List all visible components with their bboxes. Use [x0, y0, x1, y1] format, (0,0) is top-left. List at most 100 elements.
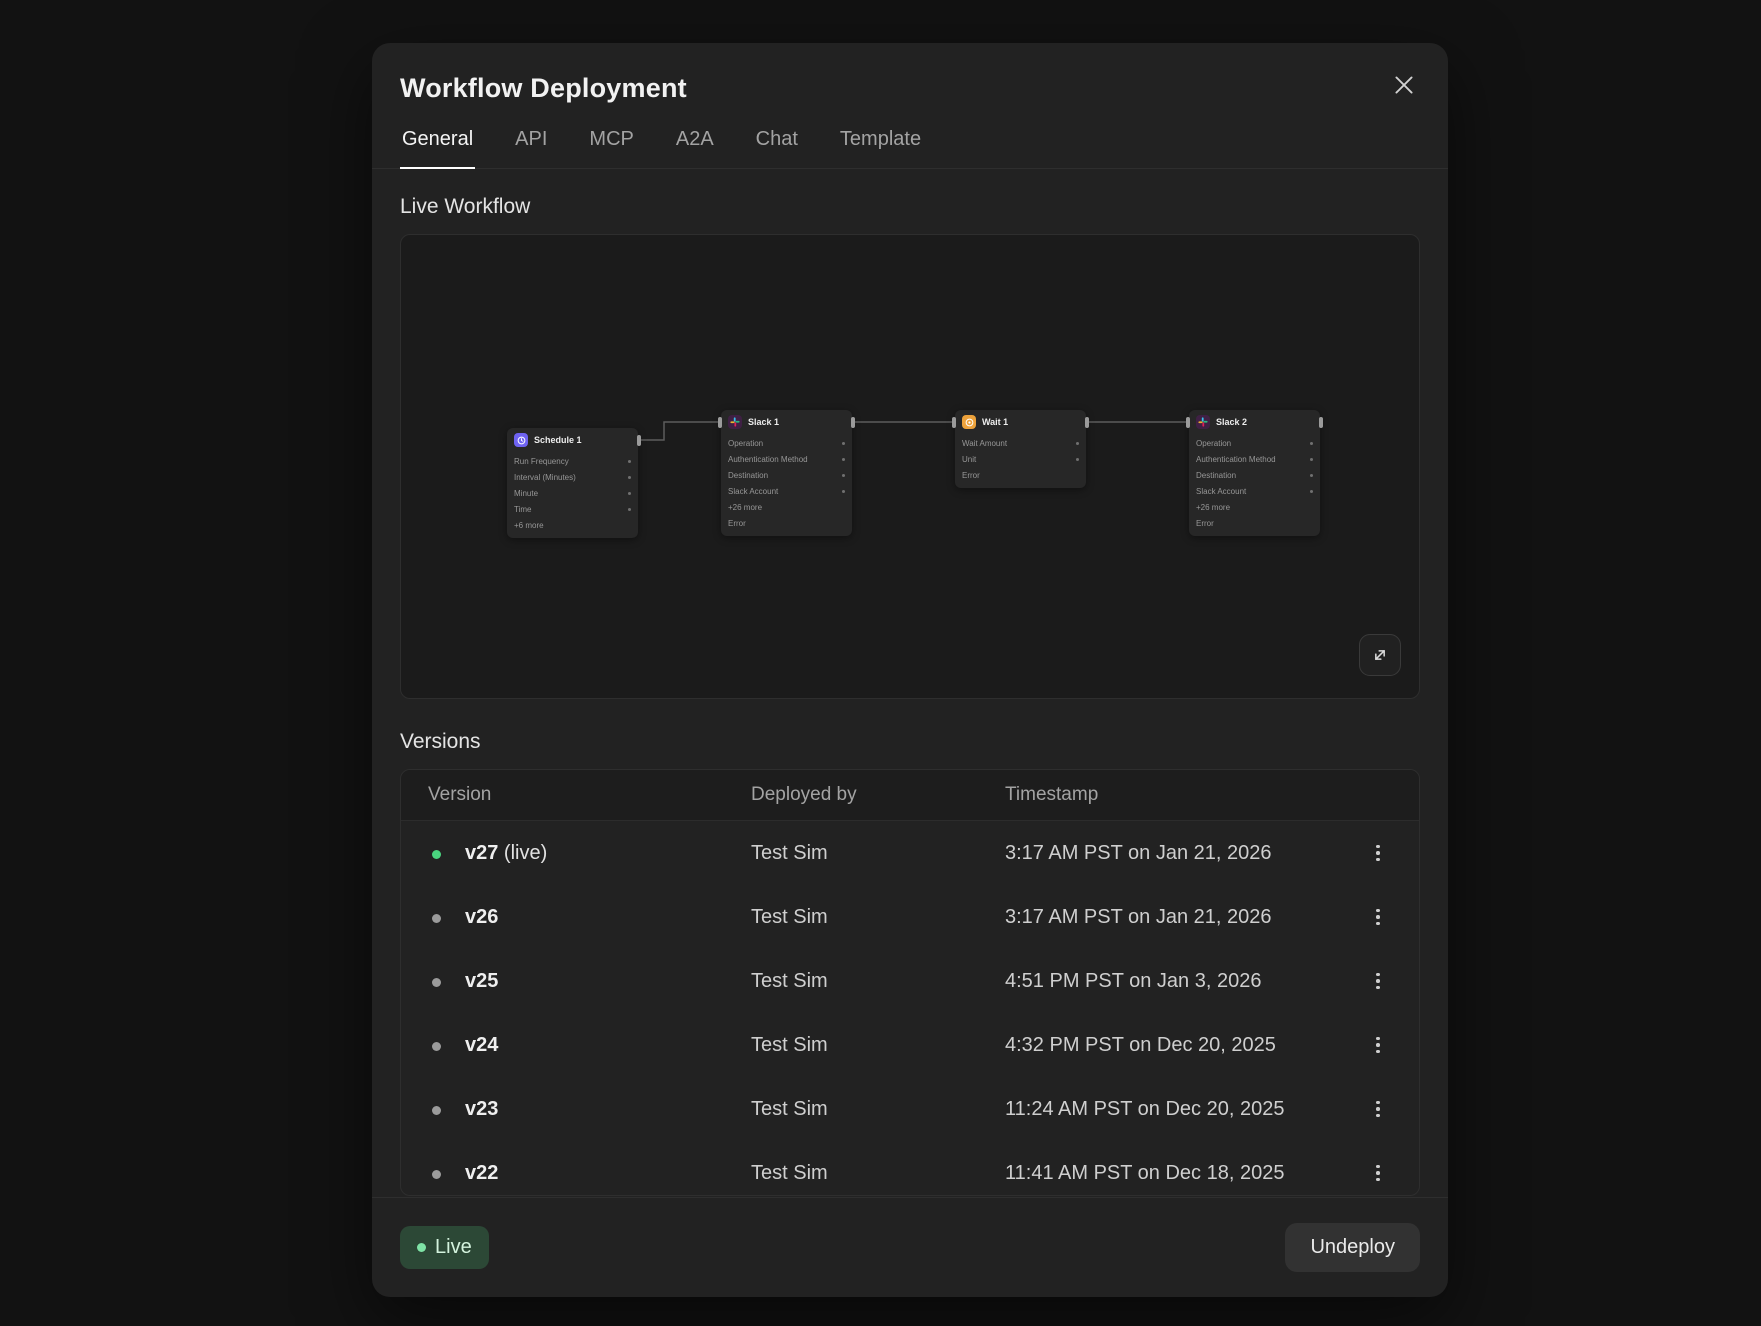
modal-header: Workflow Deployment: [372, 43, 1448, 104]
workflow-preview: Schedule 1 Run FrequencyInterval (Minutes…: [400, 234, 1420, 699]
slack-icon: [728, 415, 742, 429]
row-menu-button[interactable]: [1361, 900, 1395, 934]
modal-footer: Live Undeploy: [372, 1197, 1448, 1297]
version-row-v24[interactable]: v24Test Sim4:32 PM PST on Dec 20, 2025: [401, 1013, 1419, 1077]
field-port: [842, 458, 845, 461]
node-field: Authentication Method: [721, 451, 852, 467]
field-port: [842, 474, 845, 477]
modal-content: Live Workflow Schedule 1 Run FrequencyInt…: [372, 195, 1448, 1196]
field-port: [1310, 442, 1313, 445]
field-port: [842, 490, 845, 493]
node-field: Run Frequency: [507, 453, 638, 469]
node-field: Slack Account: [1189, 483, 1320, 499]
field-port: [1076, 442, 1079, 445]
tab-general[interactable]: General: [400, 122, 475, 169]
version-row-v23[interactable]: v23Test Sim11:24 AM PST on Dec 20, 2025: [401, 1077, 1419, 1141]
node-field: Time: [507, 501, 638, 517]
version-status-dot: [432, 850, 441, 859]
row-menu-button[interactable]: [1361, 964, 1395, 998]
live-workflow-heading: Live Workflow: [400, 195, 1420, 219]
node-field: Operation: [1189, 435, 1320, 451]
workflow-deployment-modal: Workflow Deployment General API MCP A2A Chat…: [372, 43, 1448, 1297]
tab-template[interactable]: Template: [838, 122, 923, 168]
node-field: Destination: [1189, 467, 1320, 483]
node-field: +26 more: [1189, 499, 1320, 515]
deployed-by: Test Sim: [751, 970, 1005, 993]
version-status-dot: [432, 1106, 441, 1115]
timestamp: 4:32 PM PST on Dec 20, 2025: [1005, 1034, 1347, 1057]
workflow-node-schedule-1: Schedule 1 Run FrequencyInterval (Minutes…: [507, 428, 638, 538]
connection-handle-left: [718, 417, 722, 428]
node-field: +26 more: [721, 499, 852, 515]
table-body: v27 (live)Test Sim3:17 AM PST on Jan 21,…: [401, 821, 1419, 1196]
timestamp: 11:41 AM PST on Dec 18, 2025: [1005, 1162, 1347, 1185]
schedule-clock-icon: [514, 433, 528, 447]
node-field: Minute: [507, 485, 638, 501]
node-field: +6 more: [507, 517, 638, 533]
undeploy-button[interactable]: Undeploy: [1285, 1223, 1420, 1272]
connection-handle-left: [952, 417, 956, 428]
column-header-timestamp: Timestamp: [1005, 784, 1347, 806]
row-menu-button[interactable]: [1361, 836, 1395, 870]
version-row-v25[interactable]: v25Test Sim4:51 PM PST on Jan 3, 2026: [401, 949, 1419, 1013]
node-title: Slack 2: [1216, 417, 1247, 427]
timestamp: 3:17 AM PST on Jan 21, 2026: [1005, 842, 1347, 865]
node-field: Destination: [721, 467, 852, 483]
version-row-v27[interactable]: v27 (live)Test Sim3:17 AM PST on Jan 21,…: [401, 821, 1419, 885]
workflow-node-slack-1: Slack 1 OperationAuthentication MethodDes…: [721, 410, 852, 536]
field-port: [628, 476, 631, 479]
slack-icon: [1196, 415, 1210, 429]
field-port: [628, 460, 631, 463]
version-label: v23: [465, 1098, 751, 1121]
version-label: v24: [465, 1034, 751, 1057]
version-status-dot: [432, 914, 441, 923]
row-menu-button[interactable]: [1361, 1156, 1395, 1190]
column-header-version: Version: [428, 784, 751, 806]
versions-table: Version Deployed by Timestamp v27 (live)…: [400, 769, 1420, 1196]
workflow-node-slack-2: Slack 2 OperationAuthentication MethodDes…: [1189, 410, 1320, 536]
live-status-badge: Live: [400, 1226, 489, 1269]
field-port: [1310, 474, 1313, 477]
node-field: Error: [721, 515, 852, 531]
deployed-by: Test Sim: [751, 842, 1005, 865]
row-menu-button[interactable]: [1361, 1092, 1395, 1126]
tab-chat[interactable]: Chat: [754, 122, 800, 168]
deployed-by: Test Sim: [751, 1162, 1005, 1185]
connection-handle-right: [1085, 417, 1089, 428]
field-port: [1076, 458, 1079, 461]
version-status-dot: [432, 978, 441, 987]
live-status-dot-icon: [417, 1243, 426, 1252]
node-field: Interval (Minutes): [507, 469, 638, 485]
deployed-by: Test Sim: [751, 906, 1005, 929]
node-title: Slack 1: [748, 417, 779, 427]
deployed-by: Test Sim: [751, 1034, 1005, 1057]
node-field: Slack Account: [721, 483, 852, 499]
node-field: Unit: [955, 451, 1086, 467]
expand-button[interactable]: [1359, 634, 1401, 676]
tab-a2a[interactable]: A2A: [674, 122, 716, 168]
versions-heading: Versions: [400, 730, 1420, 754]
node-title: Schedule 1: [534, 435, 582, 445]
version-row-v22[interactable]: v22Test Sim11:41 AM PST on Dec 18, 2025: [401, 1141, 1419, 1196]
connection-handle-right: [1319, 417, 1323, 428]
tab-mcp[interactable]: MCP: [587, 122, 635, 168]
version-label: v22: [465, 1162, 751, 1185]
version-row-v26[interactable]: v26Test Sim3:17 AM PST on Jan 21, 2026: [401, 885, 1419, 949]
column-header-deployed-by: Deployed by: [751, 784, 1005, 806]
close-icon: [1391, 72, 1417, 98]
connection-handle-left: [1186, 417, 1190, 428]
node-field: Error: [1189, 515, 1320, 531]
version-label: v25: [465, 970, 751, 993]
version-label: v27 (live): [465, 842, 751, 865]
node-title: Wait 1: [982, 417, 1008, 427]
row-menu-button[interactable]: [1361, 1028, 1395, 1062]
version-label: v26: [465, 906, 751, 929]
timestamp: 4:51 PM PST on Jan 3, 2026: [1005, 970, 1347, 993]
tab-api[interactable]: API: [513, 122, 549, 168]
node-field: Authentication Method: [1189, 451, 1320, 467]
node-field: Operation: [721, 435, 852, 451]
field-port: [628, 508, 631, 511]
table-header-row: Version Deployed by Timestamp: [401, 770, 1419, 821]
workflow-node-wait-1: Wait 1Wait AmountUnitError: [955, 410, 1086, 488]
close-button[interactable]: [1388, 69, 1420, 101]
